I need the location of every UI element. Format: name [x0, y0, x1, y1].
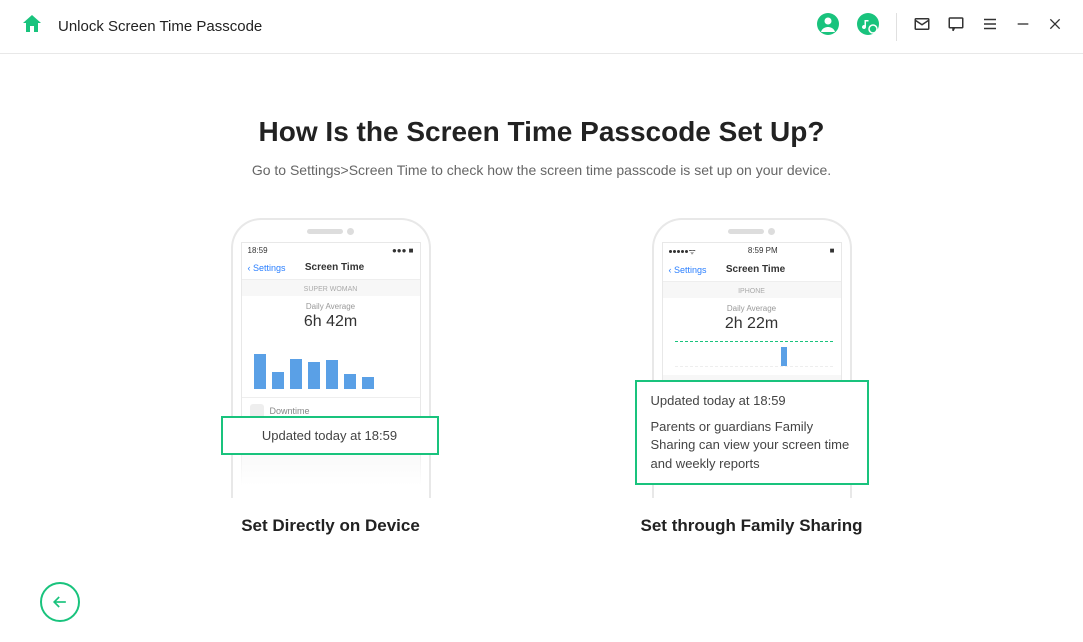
- menu-icon[interactable]: [981, 15, 999, 38]
- phone-nav-title: Screen Time: [677, 264, 835, 275]
- home-icon[interactable]: [20, 12, 44, 41]
- options-row: 18:59 ●●● ■ ‹ Settings Screen Time SUPER…: [40, 218, 1043, 536]
- signal-icon: ᯤ: [669, 246, 696, 257]
- camera-icon: [347, 228, 354, 235]
- phone-preview-family: ᯤ 8:59 PM ■ ‹ Settings Screen Time IPHON…: [642, 218, 862, 498]
- daily-avg-label: Daily Average: [671, 304, 833, 313]
- close-icon[interactable]: [1047, 16, 1063, 37]
- callout-direct: Updated today at 18:59: [221, 416, 439, 455]
- callout-family: Updated today at 18:59 Parents or guardi…: [635, 380, 869, 485]
- titlebar-left: Unlock Screen Time Passcode: [20, 12, 262, 41]
- phone-notch: [654, 220, 850, 242]
- bar: [272, 372, 284, 390]
- bar: [781, 347, 787, 366]
- phone-avg-card: Daily Average 6h 42m: [242, 296, 420, 397]
- usage-bar-chart: [254, 339, 412, 389]
- titlebar-right: [816, 12, 1063, 41]
- speaker-icon: [728, 229, 764, 234]
- back-button[interactable]: [40, 582, 80, 622]
- option-direct-on-device[interactable]: 18:59 ●●● ■ ‹ Settings Screen Time SUPER…: [221, 218, 441, 536]
- page-heading: How Is the Screen Time Passcode Set Up?: [40, 116, 1043, 148]
- option-label-family: Set through Family Sharing: [641, 516, 863, 536]
- page-subheading: Go to Settings>Screen Time to check how …: [40, 162, 1043, 178]
- phone-section-label: SUPER WOMAN: [242, 280, 420, 296]
- phone-statusbar: ᯤ 8:59 PM ■: [663, 243, 841, 260]
- option-label-direct: Set Directly on Device: [241, 516, 420, 536]
- phone-notch: [233, 220, 429, 242]
- main-content: How Is the Screen Time Passcode Set Up? …: [0, 54, 1083, 536]
- app-title: Unlock Screen Time Passcode: [58, 18, 262, 35]
- callout-body: Parents or guardians Family Sharing can …: [651, 418, 853, 473]
- bar: [362, 377, 374, 390]
- daily-avg-value: 6h 42m: [250, 313, 412, 331]
- titlebar-divider: [896, 13, 897, 41]
- phone-navbar: ‹ Settings Screen Time: [663, 260, 841, 282]
- phone-navbar: ‹ Settings Screen Time: [242, 258, 420, 280]
- callout-title: Updated today at 18:59: [651, 392, 853, 410]
- daily-avg-label: Daily Average: [250, 302, 412, 311]
- option-family-sharing[interactable]: ᯤ 8:59 PM ■ ‹ Settings Screen Time IPHON…: [641, 218, 863, 536]
- phone-frame: 18:59 ●●● ■ ‹ Settings Screen Time SUPER…: [231, 218, 431, 498]
- feedback-icon[interactable]: [947, 15, 965, 38]
- downtime-label: Downtime: [270, 406, 310, 416]
- phone-statusbar: 18:59 ●●● ■: [242, 243, 420, 258]
- speaker-icon: [307, 229, 343, 234]
- phone-section-label: IPHONE: [663, 282, 841, 298]
- music-search-icon[interactable]: [856, 12, 880, 41]
- mail-icon[interactable]: [913, 15, 931, 38]
- bar: [326, 360, 338, 389]
- bar: [344, 374, 356, 389]
- battery-icon: ■: [830, 246, 835, 257]
- bar: [308, 362, 320, 390]
- phone-preview-direct: 18:59 ●●● ■ ‹ Settings Screen Time SUPER…: [221, 218, 441, 498]
- status-time: 8:59 PM: [748, 246, 778, 257]
- bar: [290, 359, 302, 389]
- status-time: 18:59: [248, 246, 268, 255]
- phone-nav-title: Screen Time: [256, 262, 414, 273]
- bar: [254, 354, 266, 389]
- callout-text: Updated today at 18:59: [262, 428, 397, 443]
- minimize-icon[interactable]: [1015, 16, 1031, 37]
- camera-icon: [768, 228, 775, 235]
- daily-avg-value: 2h 22m: [671, 315, 833, 333]
- titlebar: Unlock Screen Time Passcode: [0, 0, 1083, 54]
- account-icon[interactable]: [816, 12, 840, 41]
- status-signal-icon: ●●● ■: [392, 246, 414, 255]
- usage-bar-chart: [675, 341, 833, 367]
- phone-avg-card: Daily Average 2h 22m: [663, 298, 841, 375]
